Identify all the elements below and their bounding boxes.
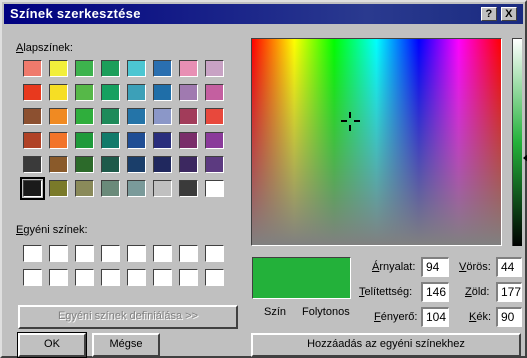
custom-color-swatch[interactable] bbox=[179, 269, 198, 286]
saturation-field[interactable]: 146 bbox=[421, 282, 449, 302]
help-button[interactable]: ? bbox=[481, 7, 497, 21]
edit-colors-dialog: Színek szerkesztése ? X Alapszínek: Egyé… bbox=[0, 0, 527, 358]
ok-button[interactable]: OK bbox=[17, 332, 87, 358]
color-preview-label: Szín bbox=[264, 306, 287, 318]
basic-color-swatch[interactable] bbox=[127, 84, 146, 101]
basic-color-swatch[interactable] bbox=[153, 108, 172, 125]
basic-color-swatch[interactable] bbox=[75, 156, 94, 173]
custom-color-swatch[interactable] bbox=[23, 245, 42, 262]
luminosity-field[interactable]: 104 bbox=[421, 307, 449, 327]
luminosity-arrow-icon[interactable] bbox=[523, 153, 527, 163]
title-bar: Színek szerkesztése ? X bbox=[4, 4, 523, 24]
basic-color-swatch[interactable] bbox=[153, 84, 172, 101]
luminosity-slider[interactable] bbox=[512, 38, 522, 246]
basic-color-swatch[interactable] bbox=[101, 180, 120, 197]
custom-color-swatch[interactable] bbox=[49, 269, 68, 286]
custom-color-swatch[interactable] bbox=[23, 269, 42, 286]
basic-color-swatch[interactable] bbox=[20, 177, 45, 200]
basic-color-swatch[interactable] bbox=[127, 108, 146, 125]
custom-color-swatch[interactable] bbox=[127, 245, 146, 262]
basic-color-swatch[interactable] bbox=[23, 156, 42, 173]
green-label: Zöld: bbox=[465, 286, 490, 298]
red-field[interactable]: 44 bbox=[496, 257, 522, 277]
basic-color-swatch[interactable] bbox=[127, 156, 146, 173]
basic-color-swatch[interactable] bbox=[205, 84, 224, 101]
basic-color-swatch[interactable] bbox=[101, 108, 120, 125]
basic-color-swatch[interactable] bbox=[205, 132, 224, 149]
hue-field[interactable]: 94 bbox=[421, 257, 449, 277]
basic-color-swatch[interactable] bbox=[75, 84, 94, 101]
basic-color-swatch[interactable] bbox=[23, 60, 42, 77]
custom-color-swatch[interactable] bbox=[153, 269, 172, 286]
hue-label: Árnyalat: bbox=[372, 261, 416, 273]
basic-color-swatch[interactable] bbox=[153, 132, 172, 149]
green-field[interactable]: 177 bbox=[496, 282, 522, 302]
basic-color-swatch[interactable] bbox=[127, 180, 146, 197]
basic-color-swatch[interactable] bbox=[101, 132, 120, 149]
basic-color-swatch[interactable] bbox=[179, 84, 198, 101]
basic-color-swatch[interactable] bbox=[49, 156, 68, 173]
basic-color-swatch[interactable] bbox=[127, 60, 146, 77]
basic-color-swatch[interactable] bbox=[205, 180, 224, 197]
custom-colors-label: Egyéni színek: bbox=[16, 224, 88, 236]
basic-color-swatch[interactable] bbox=[179, 60, 198, 77]
basic-color-swatch[interactable] bbox=[75, 108, 94, 125]
basic-colors-label: Alapszínek: bbox=[16, 42, 73, 54]
basic-color-swatch[interactable] bbox=[205, 108, 224, 125]
basic-color-swatch[interactable] bbox=[205, 60, 224, 77]
basic-color-swatch[interactable] bbox=[23, 108, 42, 125]
basic-color-swatch[interactable] bbox=[49, 84, 68, 101]
basic-color-swatch[interactable] bbox=[205, 156, 224, 173]
basic-color-swatch[interactable] bbox=[179, 108, 198, 125]
blue-label: Kék: bbox=[469, 311, 492, 323]
basic-color-swatch[interactable] bbox=[127, 132, 146, 149]
red-label: Vörös: bbox=[459, 261, 491, 273]
custom-color-swatch[interactable] bbox=[101, 245, 120, 262]
cancel-button[interactable]: Mégse bbox=[92, 333, 160, 357]
add-to-custom-colors-button[interactable]: Hozzáadás az egyéni színekhez bbox=[251, 333, 521, 357]
basic-color-swatch[interactable] bbox=[153, 60, 172, 77]
basic-color-swatch[interactable] bbox=[75, 180, 94, 197]
close-button[interactable]: X bbox=[501, 7, 517, 21]
basic-color-swatch[interactable] bbox=[179, 180, 198, 197]
custom-color-swatch[interactable] bbox=[205, 245, 224, 262]
basic-color-swatch[interactable] bbox=[49, 60, 68, 77]
custom-color-swatch[interactable] bbox=[49, 245, 68, 262]
custom-color-swatch[interactable] bbox=[153, 245, 172, 262]
custom-color-swatch[interactable] bbox=[205, 269, 224, 286]
basic-color-swatch[interactable] bbox=[153, 180, 172, 197]
define-custom-colors-button[interactable]: Egyéni színek definiálása >> bbox=[18, 305, 238, 329]
blue-field[interactable]: 90 bbox=[496, 307, 522, 327]
custom-color-swatch[interactable] bbox=[127, 269, 146, 286]
basic-color-swatch[interactable] bbox=[75, 60, 94, 77]
custom-color-swatch[interactable] bbox=[101, 269, 120, 286]
luminosity-label: Fényerő: bbox=[374, 311, 418, 323]
color-spectrum[interactable] bbox=[251, 38, 502, 246]
basic-color-swatch[interactable] bbox=[49, 132, 68, 149]
custom-color-swatch[interactable] bbox=[179, 245, 198, 262]
saturation-label: Telítettség: bbox=[359, 286, 413, 298]
basic-color-swatch[interactable] bbox=[75, 132, 94, 149]
basic-color-swatch[interactable] bbox=[179, 132, 198, 149]
custom-color-swatch[interactable] bbox=[75, 245, 94, 262]
color-solid-preview bbox=[252, 257, 351, 299]
dialog-title: Színek szerkesztése bbox=[10, 6, 141, 21]
crosshair-icon[interactable] bbox=[341, 112, 360, 131]
basic-color-swatch[interactable] bbox=[101, 156, 120, 173]
custom-color-swatch[interactable] bbox=[75, 269, 94, 286]
solid-preview-label: Folytonos bbox=[302, 306, 350, 318]
basic-color-swatch[interactable] bbox=[23, 132, 42, 149]
basic-color-swatch[interactable] bbox=[49, 108, 68, 125]
basic-color-swatch[interactable] bbox=[153, 156, 172, 173]
basic-color-swatch[interactable] bbox=[179, 156, 198, 173]
basic-color-swatch[interactable] bbox=[101, 84, 120, 101]
basic-color-swatch[interactable] bbox=[49, 180, 68, 197]
basic-color-swatch[interactable] bbox=[23, 84, 42, 101]
basic-color-swatch[interactable] bbox=[101, 60, 120, 77]
